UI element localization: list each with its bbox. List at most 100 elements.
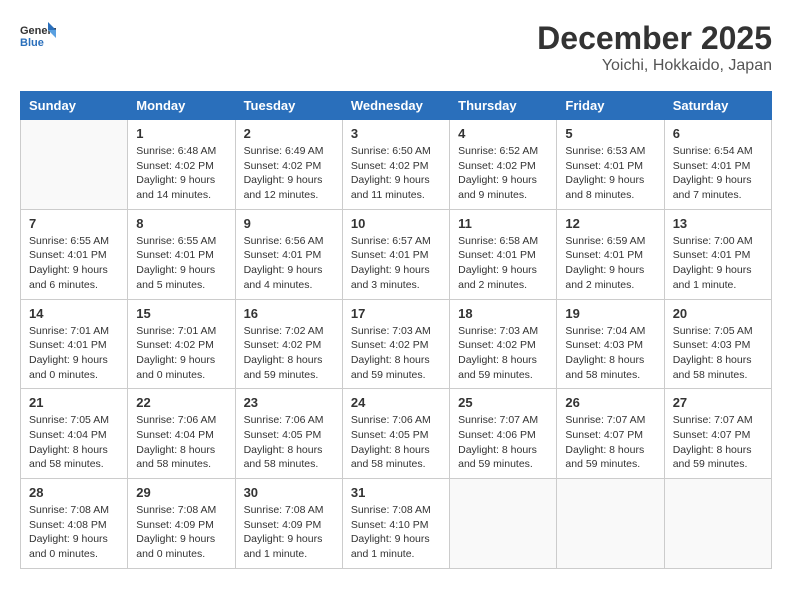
day-info: Sunrise: 7:08 AM Sunset: 4:09 PM Dayligh… (244, 503, 334, 562)
day-info: Sunrise: 7:08 AM Sunset: 4:09 PM Dayligh… (136, 503, 226, 562)
day-info: Sunrise: 6:56 AM Sunset: 4:01 PM Dayligh… (244, 234, 334, 293)
day-info: Sunrise: 6:52 AM Sunset: 4:02 PM Dayligh… (458, 144, 548, 203)
day-number: 31 (351, 485, 441, 500)
day-number: 4 (458, 126, 548, 141)
calendar-cell: 15 Sunrise: 7:01 AM Sunset: 4:02 PM Dayli… (128, 299, 235, 389)
day-info: Sunrise: 7:08 AM Sunset: 4:10 PM Dayligh… (351, 503, 441, 562)
day-number: 15 (136, 306, 226, 321)
day-info: Sunrise: 7:05 AM Sunset: 4:04 PM Dayligh… (29, 413, 119, 472)
day-number: 2 (244, 126, 334, 141)
calendar-cell: 22 Sunrise: 7:06 AM Sunset: 4:04 PM Dayli… (128, 389, 235, 479)
day-header-tuesday: Tuesday (235, 92, 342, 120)
calendar-cell: 1 Sunrise: 6:48 AM Sunset: 4:02 PM Daylig… (128, 120, 235, 210)
day-number: 18 (458, 306, 548, 321)
day-info: Sunrise: 7:01 AM Sunset: 4:01 PM Dayligh… (29, 324, 119, 383)
day-info: Sunrise: 6:55 AM Sunset: 4:01 PM Dayligh… (29, 234, 119, 293)
calendar-cell: 18 Sunrise: 7:03 AM Sunset: 4:02 PM Dayli… (450, 299, 557, 389)
day-number: 8 (136, 216, 226, 231)
subtitle: Yoichi, Hokkaido, Japan (537, 57, 772, 75)
calendar-cell: 4 Sunrise: 6:52 AM Sunset: 4:02 PM Daylig… (450, 120, 557, 210)
calendar-cell: 14 Sunrise: 7:01 AM Sunset: 4:01 PM Dayli… (21, 299, 128, 389)
day-info: Sunrise: 7:06 AM Sunset: 4:04 PM Dayligh… (136, 413, 226, 472)
day-header-monday: Monday (128, 92, 235, 120)
week-row-2: 14 Sunrise: 7:01 AM Sunset: 4:01 PM Dayli… (21, 299, 772, 389)
calendar-cell: 13Sunrise: 7:00 AM Sunset: 4:01 PM Dayli… (664, 209, 771, 299)
calendar-cell: 16 Sunrise: 7:02 AM Sunset: 4:02 PM Dayli… (235, 299, 342, 389)
day-number: 20 (673, 306, 763, 321)
day-number: 1 (136, 126, 226, 141)
day-number: 9 (244, 216, 334, 231)
calendar-cell: 26Sunrise: 7:07 AM Sunset: 4:07 PM Dayli… (557, 389, 664, 479)
day-number: 14 (29, 306, 119, 321)
calendar-cell: 30 Sunrise: 7:08 AM Sunset: 4:09 PM Dayli… (235, 479, 342, 569)
calendar-cell: 10 Sunrise: 6:57 AM Sunset: 4:01 PM Dayli… (342, 209, 449, 299)
calendar-cell: 9 Sunrise: 6:56 AM Sunset: 4:01 PM Daylig… (235, 209, 342, 299)
day-number: 29 (136, 485, 226, 500)
day-info: Sunrise: 7:03 AM Sunset: 4:02 PM Dayligh… (351, 324, 441, 383)
calendar-cell: 31 Sunrise: 7:08 AM Sunset: 4:10 PM Dayli… (342, 479, 449, 569)
day-number: 11 (458, 216, 548, 231)
day-info: Sunrise: 7:01 AM Sunset: 4:02 PM Dayligh… (136, 324, 226, 383)
day-header-friday: Friday (557, 92, 664, 120)
day-number: 7 (29, 216, 119, 231)
week-row-1: 7 Sunrise: 6:55 AM Sunset: 4:01 PM Daylig… (21, 209, 772, 299)
day-number: 23 (244, 395, 334, 410)
logo: General Blue (20, 20, 56, 50)
calendar-cell: 25 Sunrise: 7:07 AM Sunset: 4:06 PM Dayli… (450, 389, 557, 479)
day-info: Sunrise: 6:57 AM Sunset: 4:01 PM Dayligh… (351, 234, 441, 293)
day-number: 10 (351, 216, 441, 231)
day-number: 17 (351, 306, 441, 321)
calendar-cell: 11 Sunrise: 6:58 AM Sunset: 4:01 PM Dayli… (450, 209, 557, 299)
day-number: 13 (673, 216, 763, 231)
day-number: 21 (29, 395, 119, 410)
calendar-cell: 27Sunrise: 7:07 AM Sunset: 4:07 PM Dayli… (664, 389, 771, 479)
day-number: 30 (244, 485, 334, 500)
day-number: 24 (351, 395, 441, 410)
calendar-cell: 6Sunrise: 6:54 AM Sunset: 4:01 PM Daylig… (664, 120, 771, 210)
day-number: 3 (351, 126, 441, 141)
header: General Blue December 2025 Yoichi, Hokka… (20, 20, 772, 75)
day-info: Sunrise: 6:49 AM Sunset: 4:02 PM Dayligh… (244, 144, 334, 203)
day-header-sunday: Sunday (21, 92, 128, 120)
day-number: 19 (565, 306, 655, 321)
day-number: 25 (458, 395, 548, 410)
logo-icon: General Blue (20, 20, 56, 50)
calendar-cell (664, 479, 771, 569)
week-row-3: 21 Sunrise: 7:05 AM Sunset: 4:04 PM Dayli… (21, 389, 772, 479)
day-header-saturday: Saturday (664, 92, 771, 120)
calendar-cell: 23 Sunrise: 7:06 AM Sunset: 4:05 PM Dayli… (235, 389, 342, 479)
day-info: Sunrise: 7:03 AM Sunset: 4:02 PM Dayligh… (458, 324, 548, 383)
calendar-cell: 17 Sunrise: 7:03 AM Sunset: 4:02 PM Dayli… (342, 299, 449, 389)
calendar-cell: 7 Sunrise: 6:55 AM Sunset: 4:01 PM Daylig… (21, 209, 128, 299)
calendar-cell: 20Sunrise: 7:05 AM Sunset: 4:03 PM Dayli… (664, 299, 771, 389)
day-info: Sunrise: 6:59 AM Sunset: 4:01 PM Dayligh… (565, 234, 655, 293)
day-info: Sunrise: 6:48 AM Sunset: 4:02 PM Dayligh… (136, 144, 226, 203)
calendar-cell: 3Sunrise: 6:50 AM Sunset: 4:02 PM Daylig… (342, 120, 449, 210)
day-info: Sunrise: 7:06 AM Sunset: 4:05 PM Dayligh… (244, 413, 334, 472)
title-block: December 2025 Yoichi, Hokkaido, Japan (537, 20, 772, 75)
calendar-cell: 19 Sunrise: 7:04 AM Sunset: 4:03 PM Dayli… (557, 299, 664, 389)
day-header-thursday: Thursday (450, 92, 557, 120)
day-number: 27 (673, 395, 763, 410)
day-number: 22 (136, 395, 226, 410)
day-info: Sunrise: 7:07 AM Sunset: 4:06 PM Dayligh… (458, 413, 548, 472)
calendar-cell: 5Sunrise: 6:53 AM Sunset: 4:01 PM Daylig… (557, 120, 664, 210)
calendar-cell: 24 Sunrise: 7:06 AM Sunset: 4:05 PM Dayli… (342, 389, 449, 479)
day-info: Sunrise: 6:58 AM Sunset: 4:01 PM Dayligh… (458, 234, 548, 293)
day-number: 6 (673, 126, 763, 141)
day-number: 16 (244, 306, 334, 321)
week-row-0: 1 Sunrise: 6:48 AM Sunset: 4:02 PM Daylig… (21, 120, 772, 210)
day-info: Sunrise: 7:08 AM Sunset: 4:08 PM Dayligh… (29, 503, 119, 562)
day-info: Sunrise: 7:06 AM Sunset: 4:05 PM Dayligh… (351, 413, 441, 472)
day-info: Sunrise: 7:04 AM Sunset: 4:03 PM Dayligh… (565, 324, 655, 383)
week-row-4: 28Sunrise: 7:08 AM Sunset: 4:08 PM Dayli… (21, 479, 772, 569)
day-info: Sunrise: 7:02 AM Sunset: 4:02 PM Dayligh… (244, 324, 334, 383)
calendar-cell: 29 Sunrise: 7:08 AM Sunset: 4:09 PM Dayli… (128, 479, 235, 569)
calendar-cell: 2 Sunrise: 6:49 AM Sunset: 4:02 PM Daylig… (235, 120, 342, 210)
day-number: 26 (565, 395, 655, 410)
day-number: 12 (565, 216, 655, 231)
month-title: December 2025 (537, 20, 772, 57)
calendar-cell: 21 Sunrise: 7:05 AM Sunset: 4:04 PM Dayli… (21, 389, 128, 479)
day-header-wednesday: Wednesday (342, 92, 449, 120)
calendar-cell: 28Sunrise: 7:08 AM Sunset: 4:08 PM Dayli… (21, 479, 128, 569)
